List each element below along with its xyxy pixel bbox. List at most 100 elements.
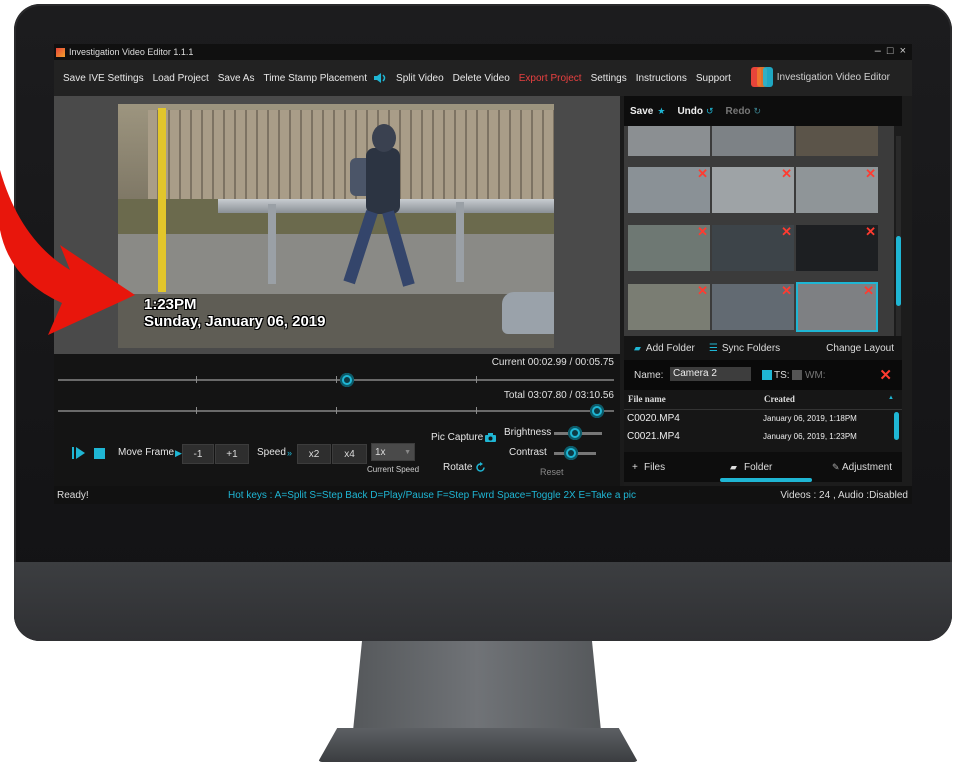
change-layout-button[interactable]: Change Layout [826,343,894,354]
video-thumbnail-grid: ✕ ✕ ✕ ✕ ✕ ✕ ✕ ✕ ✕ [624,126,894,336]
brand-logo-icon [750,66,773,88]
tab-adjustment[interactable]: Adjustment [842,462,892,473]
total-scrubber-handle[interactable] [590,404,605,418]
file-name-cell: C0021.MP4 [627,431,680,442]
delete-x-icon[interactable]: ✕ [781,166,792,182]
video-thumbnail[interactable]: ✕ [712,283,794,330]
sort-icon[interactable]: ▲ [888,395,894,401]
camera-icon[interactable] [485,433,496,442]
reset-button[interactable]: Reset [540,467,564,477]
plus-icon: + [632,462,638,473]
menu-settings[interactable]: Settings [591,73,627,84]
menu-save-as[interactable]: Save As [218,73,255,84]
video-thumbnail[interactable]: ✕ [628,224,710,271]
table-scrollbar[interactable] [894,412,899,440]
current-speed-label: Current Speed [367,465,420,474]
video-thumbnail[interactable]: ✕ [796,224,878,271]
redo-button[interactable]: Redo [726,106,751,117]
menu-time-stamp-placement[interactable]: Time Stamp Placement [263,73,367,84]
playback-controls: Move Frame ▶ -1 +1 Speed » x2 x4 1x ▼ Cu… [54,420,620,486]
rotate-button[interactable]: Rotate [443,462,472,473]
window-controls: – □ × [875,46,906,57]
minimize-icon[interactable]: – [875,46,881,57]
undo-button[interactable]: Undo [677,106,703,117]
video-thumbnail[interactable] [628,126,710,156]
play-icon[interactable] [72,446,86,460]
speed-label: Speed [257,447,286,458]
chevron-down-icon: ▼ [404,448,411,456]
video-thumbnail[interactable]: ✕ [712,166,794,213]
tab-files[interactable]: Files [644,462,665,473]
delete-x-icon[interactable]: ✕ [865,224,876,240]
delete-x-icon[interactable]: ✕ [697,283,708,299]
window-title: Investigation Video Editor 1.1.1 [69,47,194,57]
video-count-text: Videos : 24 , Audio :Disabled [780,489,908,501]
wm-label: WM: [805,370,826,381]
speed-x2-button[interactable]: x2 [297,444,331,464]
move-frame-arrow-icon: ▶ [175,448,182,458]
ts-checkbox[interactable] [762,370,772,380]
step-back-button[interactable]: -1 [182,444,214,464]
osd-time: 1:23PM [144,296,197,313]
pic-capture-button[interactable]: Pic Capture [431,432,483,443]
video-frame[interactable]: 1:23PM Sunday, January 06, 2019 [118,104,554,348]
menu-load-project[interactable]: Load Project [153,73,209,84]
col-file-name[interactable]: File name [628,394,666,404]
video-thumbnail-selected[interactable]: ✕ [798,283,876,330]
close-icon[interactable]: × [900,46,906,57]
menu-split-video[interactable]: Split Video [396,73,444,84]
speaker-icon[interactable] [373,72,387,84]
step-forward-button[interactable]: +1 [215,444,249,464]
app-window: Investigation Video Editor 1.1.1 – □ × S… [54,44,912,504]
speed-arrow-icon: » [287,448,293,458]
brightness-handle[interactable] [568,426,582,440]
stop-icon[interactable] [94,448,105,459]
video-thumbnail[interactable]: ✕ [712,224,794,271]
menu-export-project[interactable]: Export Project [519,73,582,84]
delete-x-icon[interactable]: ✕ [865,166,876,182]
delete-x-icon[interactable]: ✕ [863,283,874,299]
panel-tabs: + Files ▰ Folder ✎ Adjustment [624,452,902,482]
folder-tab-icon: ▰ [730,462,737,472]
sync-folders-button[interactable]: Sync Folders [722,343,780,354]
rotate-icon[interactable] [475,462,486,473]
table-row[interactable]: C0020.MP4 January 06, 2019, 1:18PM [627,413,897,424]
video-thumbnail[interactable]: ✕ [628,283,710,330]
media-panel: Save ★ Undo ↺ Redo ↻ ✕ ✕ ✕ ✕ ✕ ✕ ✕ ✕ ✕ ▰… [624,96,912,486]
speed-x4-button[interactable]: x4 [332,444,367,464]
camera-name-input[interactable]: Camera 2 [670,367,751,381]
delete-x-icon[interactable]: ✕ [697,224,708,240]
ts-label: TS: [774,370,790,381]
tab-folder[interactable]: Folder [744,462,772,473]
delete-x-icon[interactable]: ✕ [697,166,708,182]
status-bar: Ready! Hot keys : A=Split S=Step Back D=… [54,486,912,504]
menu-bar: Save IVE Settings Load Project Save As T… [54,60,912,96]
brightness-label: Brightness [504,427,552,438]
panel-toolbar: Save ★ Undo ↺ Redo ↻ [624,96,902,126]
file-table: File name Created ▲ C0020.MP4 January 06… [624,390,902,452]
move-frame-label: Move Frame [118,447,175,458]
wm-checkbox[interactable] [792,370,802,380]
undo-icon: ↺ [705,105,714,116]
menu-delete-video[interactable]: Delete Video [453,73,510,84]
close-x-icon[interactable]: ✕ [879,366,892,384]
menu-instructions[interactable]: Instructions [636,73,687,84]
contrast-handle[interactable] [564,446,578,460]
add-folder-button[interactable]: Add Folder [646,343,695,354]
video-thumbnail[interactable] [796,126,878,156]
save-button[interactable]: Save [630,106,653,117]
menu-save-ive-settings[interactable]: Save IVE Settings [63,73,144,84]
video-thumbnail[interactable] [712,126,794,156]
table-row[interactable]: C0021.MP4 January 06, 2019, 1:23PM [627,431,897,442]
col-created[interactable]: Created [764,394,795,404]
current-scrubber-handle[interactable] [340,373,355,387]
file-name-cell: C0020.MP4 [627,413,680,424]
thumbnail-scrollbar[interactable] [896,136,901,336]
video-thumbnail[interactable]: ✕ [628,166,710,213]
delete-x-icon[interactable]: ✕ [781,224,792,240]
video-thumbnail[interactable]: ✕ [796,166,878,213]
maximize-icon[interactable]: □ [887,46,894,57]
speed-select[interactable]: 1x ▼ [371,443,415,461]
delete-x-icon[interactable]: ✕ [781,283,792,299]
menu-support[interactable]: Support [696,73,731,84]
